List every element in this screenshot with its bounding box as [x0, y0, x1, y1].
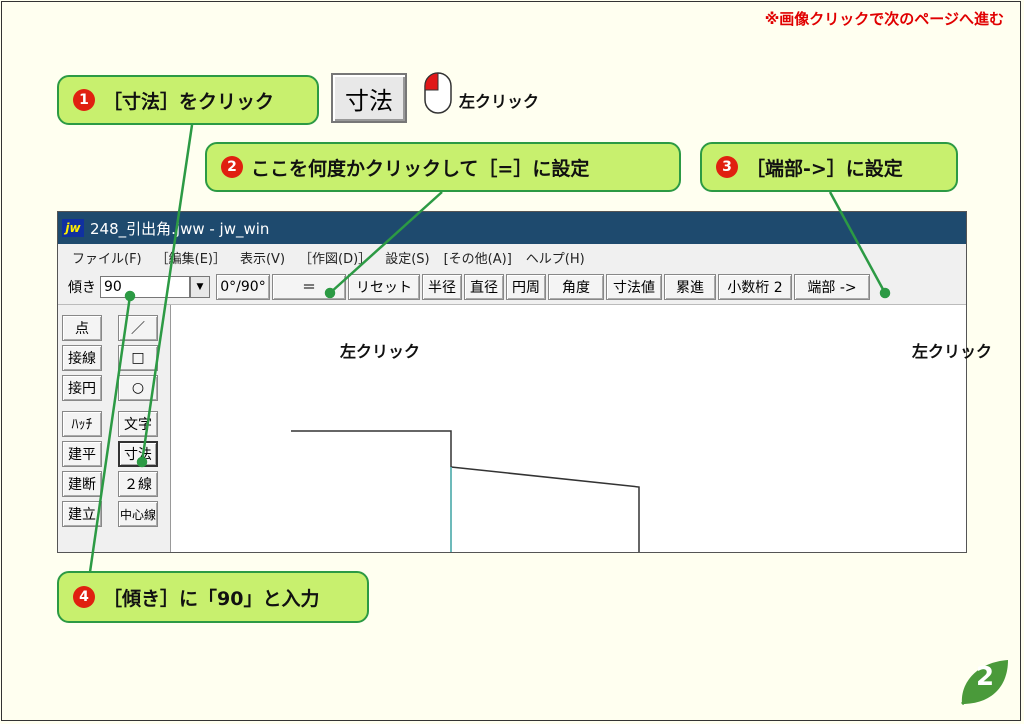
line-tool-icon[interactable]: ／ [118, 315, 158, 341]
left-click-label-1: 左クリック [459, 92, 540, 111]
dimension-value-button[interactable]: 寸法値 [606, 274, 662, 300]
callout-text-2: ここを何度かクリックして［=］に設定 [251, 157, 590, 180]
menu-file[interactable]: ファイル(F) [72, 248, 142, 267]
left-click-mouse-icon [424, 72, 452, 114]
title-bar: jw 248_引出角.jww - jw_win [58, 212, 966, 244]
left-click-label-2: 左クリック [340, 342, 421, 361]
jw-app-icon: jw [62, 219, 84, 237]
radius-button[interactable]: 半径 [422, 274, 462, 300]
equal-button[interactable]: ＝ [272, 274, 346, 300]
tool-elevation[interactable]: 建立 [62, 501, 102, 527]
callout-step-1: 1 ［寸法］をクリック [57, 75, 319, 125]
drawing-lines [291, 430, 640, 552]
tool-text[interactable]: 文字 [118, 411, 158, 437]
callout-step-2: 2 ここを何度かクリックして［=］に設定 [205, 142, 681, 192]
dimension-button-enlarged[interactable]: 寸法 [331, 73, 407, 123]
step-number-3: 3 [716, 156, 738, 178]
tool-double-line[interactable]: ２線 [118, 471, 158, 497]
dimension-toolbar: 傾き 90 ▼ 0°/90° ＝ リセット 半径 直径 円周 角度 寸法値 累進… [58, 270, 966, 305]
progressive-button[interactable]: 累進 [664, 274, 716, 300]
drawing-canvas[interactable] [171, 305, 966, 552]
menu-bar: ファイル(F) ［編集(E)］ 表示(V) ［作図(D)］ 設定(S) [その他… [58, 244, 966, 270]
tool-point[interactable]: 点 [62, 315, 102, 341]
step-number-1: 1 [73, 89, 95, 111]
tool-center-line[interactable]: 中心線 [118, 501, 158, 527]
callout-text-4: ［傾き］に「90」と入力 [103, 587, 320, 610]
tool-tangent[interactable]: 接線 [62, 345, 102, 371]
tool-palette: 点 接線 接円 ﾊｯﾁ 建平 建断 建立 ／ □ ○ 文字 寸法 ２線 中心線 [58, 305, 171, 552]
callout-step-3: 3 ［端部->］に設定 [700, 142, 958, 192]
tilt-dropdown-arrow-icon[interactable]: ▼ [190, 276, 210, 298]
callout-step-4: 4 ［傾き］に「90」と入力 [57, 571, 369, 623]
step-number-2: 2 [221, 156, 243, 178]
circle-tool-icon[interactable]: ○ [118, 375, 158, 401]
menu-draw[interactable]: ［作図(D)］ [299, 248, 371, 267]
tool-hatch[interactable]: ﾊｯﾁ [62, 411, 102, 437]
tool-tangent-circle[interactable]: 接円 [62, 375, 102, 401]
menu-view[interactable]: 表示(V) [240, 248, 285, 267]
callout-text-3: ［端部->］に設定 [746, 157, 903, 180]
tilt-input[interactable]: 90 [100, 276, 190, 298]
menu-edit[interactable]: ［編集(E)］ [156, 248, 226, 267]
tool-section[interactable]: 建断 [62, 471, 102, 497]
decimal-places-button[interactable]: 小数桁 2 [718, 274, 792, 300]
tool-dimension[interactable]: 寸法 [118, 441, 158, 467]
left-click-label-3: 左クリック [912, 342, 993, 361]
tilt-label: 傾き [68, 280, 96, 296]
page-number: 2 [975, 662, 995, 692]
tool-plan[interactable]: 建平 [62, 441, 102, 467]
next-page-note[interactable]: ※画像クリックで次のページへ進む [765, 8, 1004, 29]
window-title: 248_引出角.jww - jw_win [90, 219, 270, 238]
angle-button[interactable]: 角度 [548, 274, 604, 300]
reset-button[interactable]: リセット [348, 274, 420, 300]
rectangle-tool-icon[interactable]: □ [118, 345, 158, 371]
diameter-button[interactable]: 直径 [464, 274, 504, 300]
menu-help[interactable]: ヘルプ(H) [526, 248, 585, 267]
jw-win-window: jw 248_引出角.jww - jw_win ファイル(F) ［編集(E)］ … [57, 211, 967, 553]
menu-other[interactable]: [その他(A)] [444, 248, 512, 267]
end-arrow-button[interactable]: 端部 -> [794, 274, 870, 300]
callout-text-1: ［寸法］をクリック [103, 90, 275, 113]
step-number-4: 4 [73, 586, 95, 608]
circumference-button[interactable]: 円周 [506, 274, 546, 300]
menu-settings[interactable]: 設定(S) [385, 248, 429, 267]
angle-0-90-button[interactable]: 0°/90° [216, 274, 270, 300]
